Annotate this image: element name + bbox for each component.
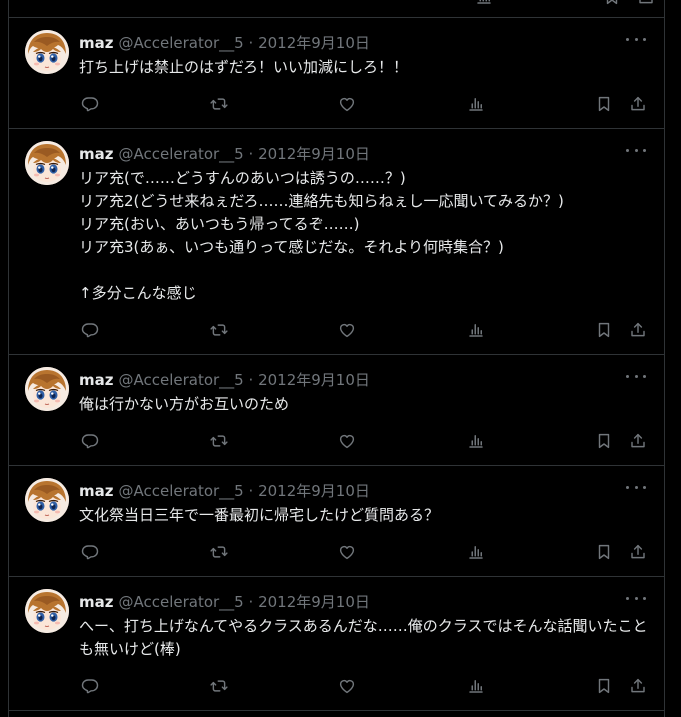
tweet-header: maz @Accelerator__5 · 2012年9月10日 [79, 370, 370, 390]
tweet-actions [79, 319, 664, 341]
reply-icon[interactable] [79, 93, 101, 115]
bookmark-icon[interactable] [593, 430, 615, 452]
more-icon[interactable] [626, 480, 646, 494]
reply-icon[interactable] [79, 675, 101, 697]
views-icon[interactable] [465, 93, 487, 115]
share-icon[interactable] [627, 541, 649, 563]
timeline: maz @Accelerator__5 · 2012年9月10日 打ち上げは禁止の… [8, 0, 665, 717]
share-icon[interactable] [637, 0, 655, 6]
share-icon[interactable] [627, 430, 649, 452]
retweet-icon[interactable] [208, 675, 230, 697]
user-handle[interactable]: @Accelerator__5 [118, 482, 243, 500]
avatar[interactable] [25, 367, 69, 411]
user-handle[interactable]: @Accelerator__5 [118, 145, 243, 163]
display-name[interactable]: maz [79, 593, 113, 611]
display-name[interactable]: maz [79, 482, 113, 500]
tweet[interactable]: maz @Accelerator__5 · 2012年9月10日 リア充(で……ど… [9, 129, 664, 355]
separator: · [248, 34, 254, 52]
share-icon[interactable] [627, 675, 649, 697]
tweet-header: maz @Accelerator__5 · 2012年9月10日 [79, 144, 370, 164]
like-icon[interactable] [336, 93, 358, 115]
display-name[interactable]: maz [79, 145, 113, 163]
like-icon[interactable] [336, 675, 358, 697]
reply-icon[interactable] [79, 430, 101, 452]
bookmark-icon[interactable] [593, 541, 615, 563]
reply-icon[interactable] [79, 541, 101, 563]
tweet-line: 打ち上げは禁止のはずだろ！いい加減にしろ！！ [79, 58, 408, 76]
retweet-icon[interactable] [208, 93, 230, 115]
tweet-actions [79, 430, 664, 452]
separator: · [248, 482, 254, 500]
display-name[interactable]: maz [79, 371, 113, 389]
user-handle[interactable]: @Accelerator__5 [118, 593, 243, 611]
tweet-date[interactable]: 2012年9月10日 [258, 593, 370, 611]
bookmark-icon[interactable] [593, 319, 615, 341]
tweet-line: リア充(おい、あいつもう帰ってるぞ……) [79, 215, 360, 233]
display-name[interactable]: maz [79, 34, 113, 52]
tweet-line: ↑多分こんな感じ [79, 284, 197, 302]
more-icon[interactable] [626, 369, 646, 383]
tweet-line: 俺は行かない方がお互いのため [79, 395, 290, 413]
share-icon[interactable] [627, 93, 649, 115]
tweet-date[interactable]: 2012年9月10日 [258, 371, 370, 389]
previous-tweet-actions [9, 0, 664, 18]
tweet-text: リア充(で……どうすんのあいつは誘うの……？) リア充2(どうせ来ねぇだろ……連… [79, 167, 654, 305]
tweet[interactable]: maz @Accelerator__5 · 2012年9月10日 へー、打ち上げな… [9, 577, 664, 711]
like-icon[interactable] [336, 319, 358, 341]
avatar[interactable] [25, 30, 69, 74]
tweet-line: 文化祭当日三年で一番最初に帰宅したけど質問ある？ [79, 506, 440, 524]
retweet-icon[interactable] [208, 541, 230, 563]
views-icon[interactable] [465, 319, 487, 341]
tweet-header: maz @Accelerator__5 · 2012年9月10日 [79, 481, 370, 501]
more-icon[interactable] [626, 591, 646, 605]
user-handle[interactable]: @Accelerator__5 [118, 34, 243, 52]
retweet-icon[interactable] [208, 319, 230, 341]
bookmark-icon[interactable] [603, 0, 621, 6]
tweet[interactable]: maz @Accelerator__5 · 2012年9月10日 文化祭当日三年で… [9, 466, 664, 577]
avatar[interactable] [25, 589, 69, 633]
tweet-text: 打ち上げは禁止のはずだろ！いい加減にしろ！！ [79, 56, 654, 79]
tweet-actions [79, 93, 664, 115]
reply-icon[interactable] [79, 319, 101, 341]
tweet-actions [79, 541, 664, 563]
tweet-line: へー、打ち上げなんてやるクラスあるんだな……俺のクラスではそんな話聞いたことも無… [79, 617, 648, 658]
share-icon[interactable] [627, 319, 649, 341]
more-icon[interactable] [626, 32, 646, 46]
tweet-text: 文化祭当日三年で一番最初に帰宅したけど質問ある？ [79, 504, 654, 527]
tweet-actions [79, 675, 664, 697]
tweet-text: へー、打ち上げなんてやるクラスあるんだな……俺のクラスではそんな話聞いたことも無… [79, 615, 654, 661]
like-icon[interactable] [336, 430, 358, 452]
separator: · [248, 371, 254, 389]
tweet-text: 俺は行かない方がお互いのため [79, 393, 654, 416]
views-icon[interactable] [465, 541, 487, 563]
tweet-line: リア充2(どうせ来ねぇだろ……連絡先も知らねぇし一応聞いてみるか？) [79, 192, 564, 210]
tweet-line: リア充3(あぁ、いつも通りって感じだな。それより何時集合？) [79, 238, 504, 256]
bookmark-icon[interactable] [593, 93, 615, 115]
more-icon[interactable] [626, 143, 646, 157]
tweet-header: maz @Accelerator__5 · 2012年9月10日 [79, 33, 370, 53]
views-icon[interactable] [465, 430, 487, 452]
tweet-date[interactable]: 2012年9月10日 [258, 482, 370, 500]
tweet-line: リア充(で……どうすんのあいつは誘うの……？) [79, 169, 406, 187]
tweet-line [79, 259, 654, 282]
tweet-date[interactable]: 2012年9月10日 [258, 145, 370, 163]
tweet-header: maz @Accelerator__5 · 2012年9月10日 [79, 592, 370, 612]
user-handle[interactable]: @Accelerator__5 [118, 371, 243, 389]
tweet[interactable]: maz @Accelerator__5 · 2012年9月10日 打ち上げは禁止の… [9, 18, 664, 129]
tweet-date[interactable]: 2012年9月10日 [258, 34, 370, 52]
avatar[interactable] [25, 478, 69, 522]
views-icon[interactable] [475, 0, 493, 6]
like-icon[interactable] [336, 541, 358, 563]
avatar[interactable] [25, 141, 69, 185]
separator: · [248, 593, 254, 611]
tweet[interactable]: maz @Accelerator__5 · 2012年9月10日 俺は行かない方が… [9, 355, 664, 466]
bookmark-icon[interactable] [593, 675, 615, 697]
retweet-icon[interactable] [208, 430, 230, 452]
separator: · [248, 145, 254, 163]
views-icon[interactable] [465, 675, 487, 697]
